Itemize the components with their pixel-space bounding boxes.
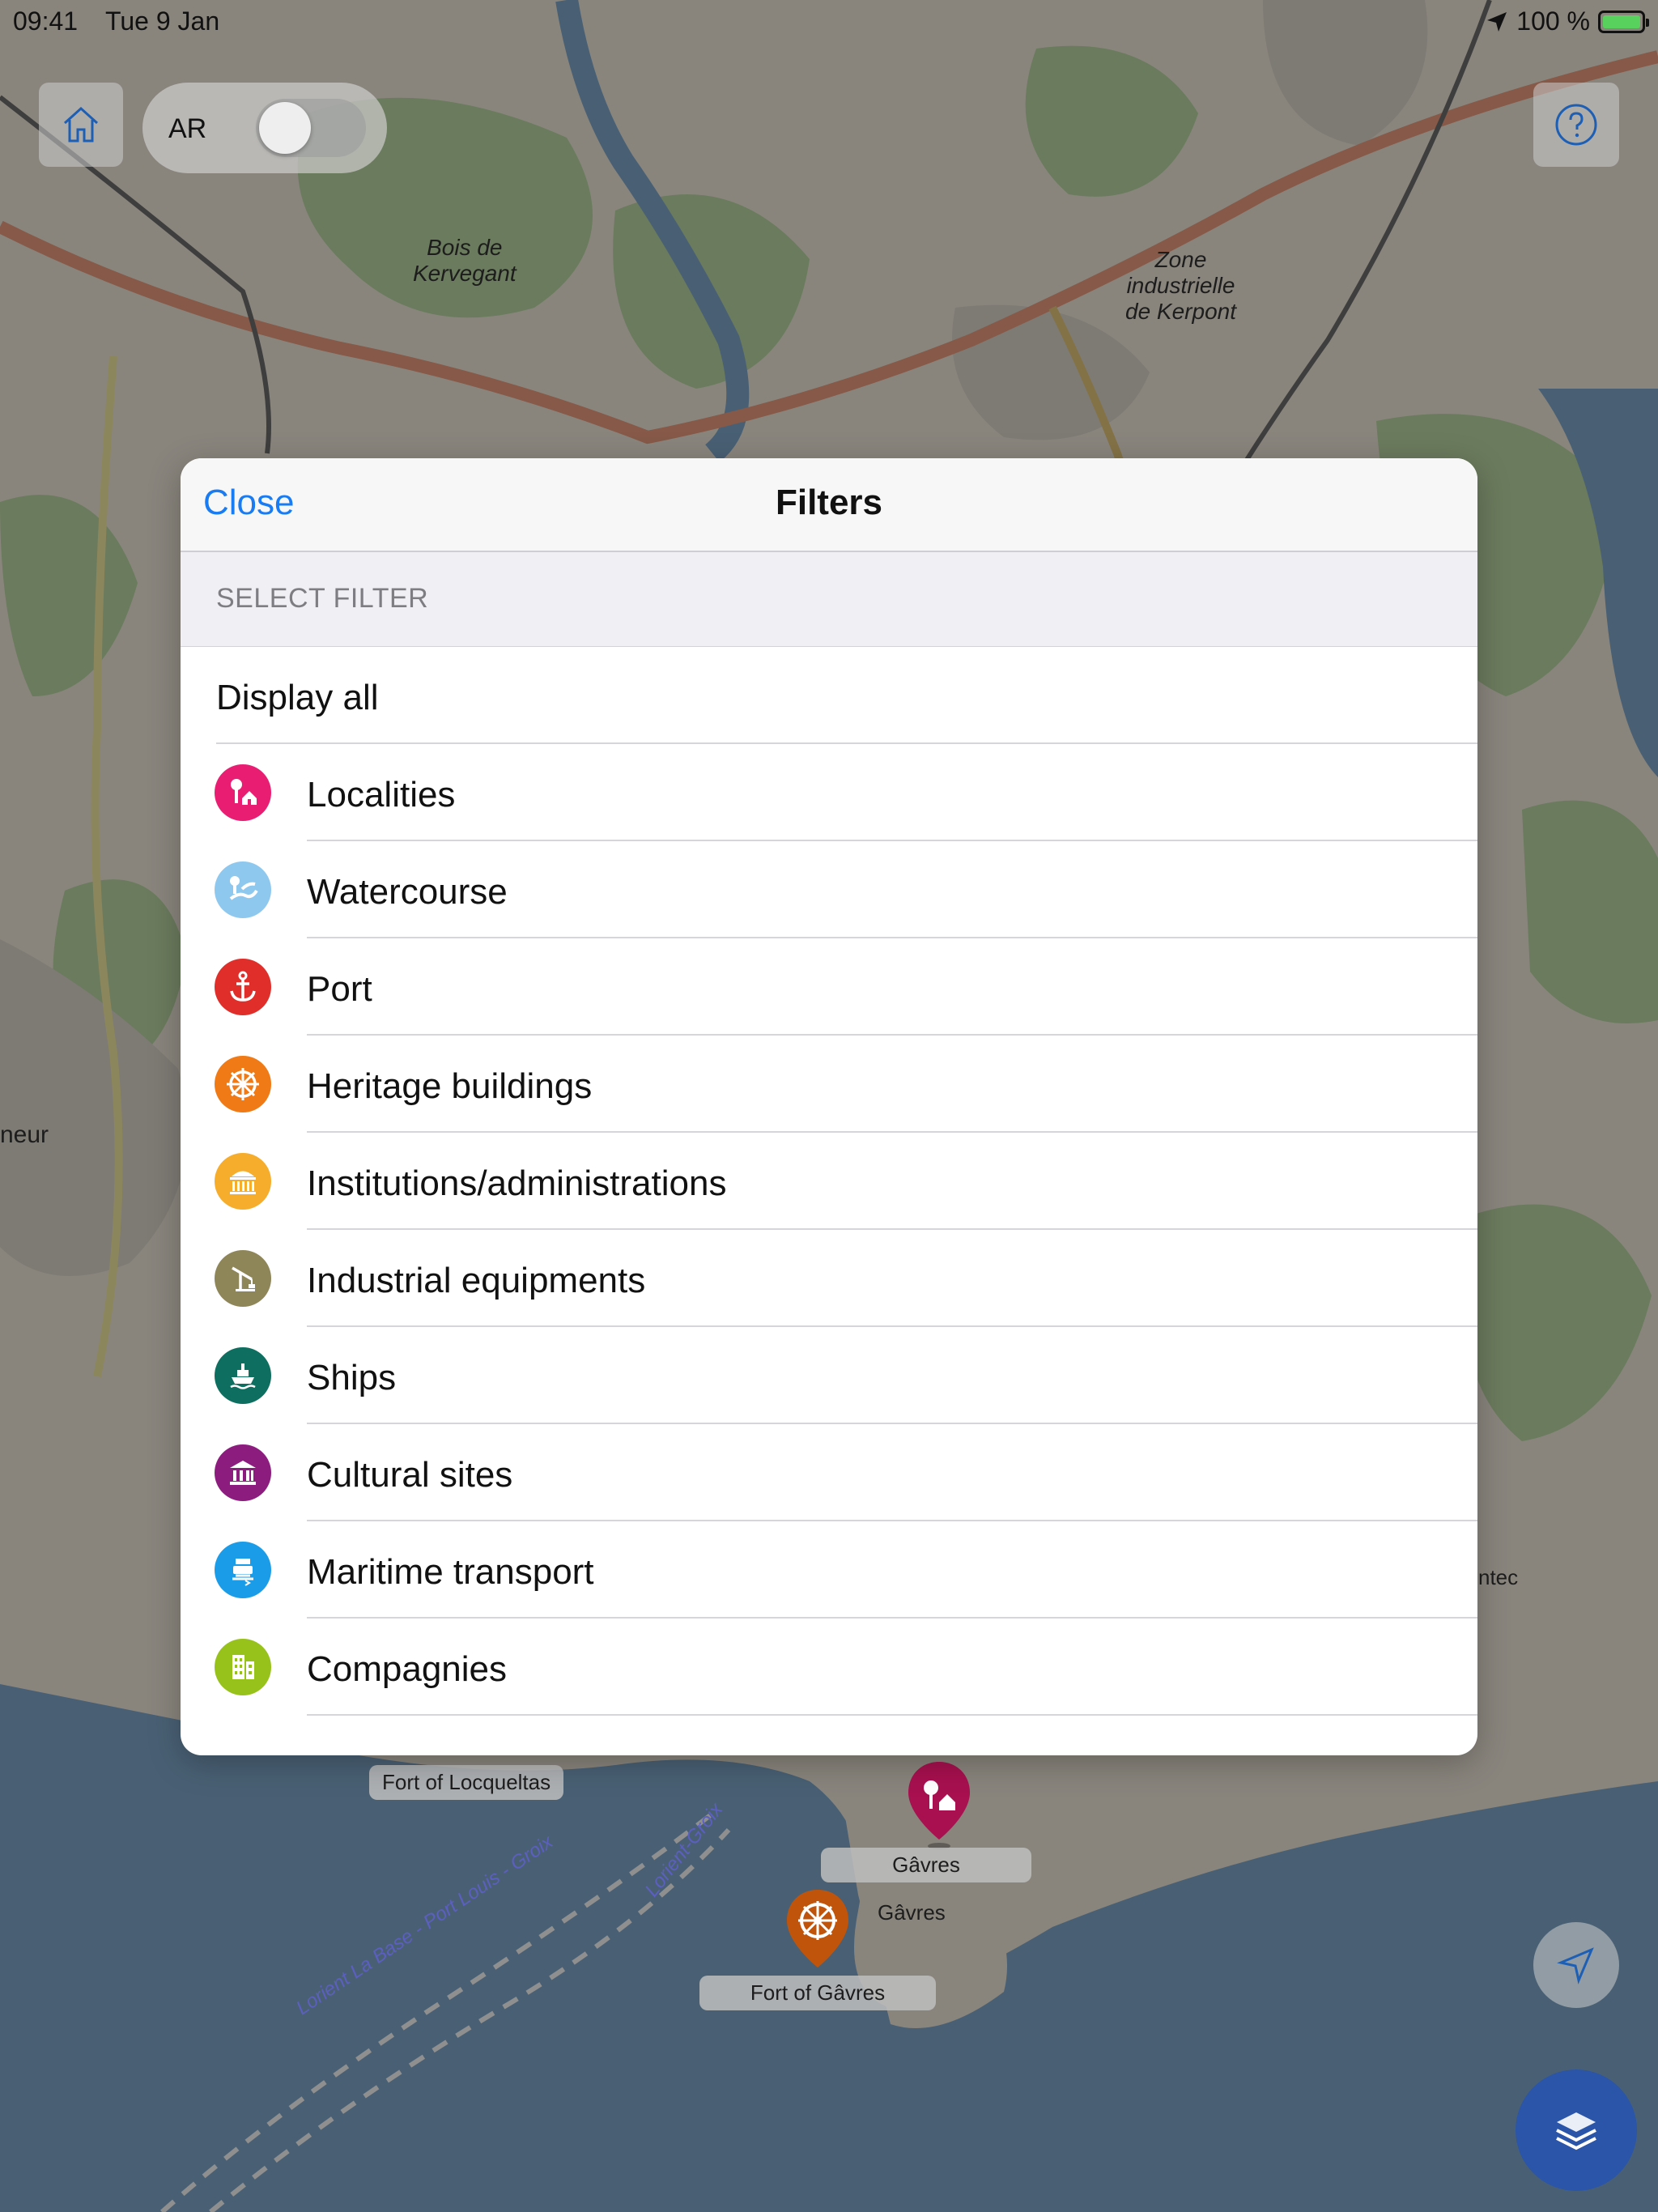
filter-label-heritage-buildings: Heritage buildings bbox=[307, 1066, 593, 1106]
localities-pin-icon bbox=[908, 1762, 970, 1849]
map-marker-label-locqueltas[interactable]: Fort of Locqueltas bbox=[369, 1765, 564, 1800]
heritage-pin-icon bbox=[787, 1890, 848, 1967]
anchor-icon bbox=[215, 959, 271, 1015]
filter-label-compagnies: Compagnies bbox=[307, 1649, 508, 1689]
status-time: 09:41 bbox=[13, 6, 79, 36]
row-separator bbox=[307, 1714, 1477, 1716]
map-pin-fort-gavres[interactable] bbox=[784, 1887, 852, 1977]
map-marker-label-gavres[interactable]: Gâvres bbox=[821, 1848, 1031, 1882]
filter-row-port[interactable]: Port bbox=[181, 938, 1477, 1036]
filter-row-institutions[interactable]: Institutions/administrations bbox=[181, 1133, 1477, 1230]
map-label-ntec: ntec bbox=[1478, 1565, 1519, 1589]
filter-row-heritage-buildings[interactable]: Heritage buildings bbox=[181, 1036, 1477, 1133]
section-header-label: SELECT FILTER bbox=[216, 583, 429, 614]
modal-title: Filters bbox=[775, 483, 883, 522]
toggle-knob bbox=[259, 102, 311, 154]
localities-icon bbox=[215, 764, 271, 821]
map-label-bois: Bois de Kervegant bbox=[413, 235, 517, 286]
home-icon bbox=[63, 106, 99, 143]
filter-label-port: Port bbox=[307, 969, 372, 1009]
crane-icon bbox=[215, 1250, 271, 1307]
ar-toggle-control: AR bbox=[142, 83, 387, 173]
navigation-arrow-icon bbox=[1557, 1947, 1594, 1984]
filter-row-display-all[interactable]: Display all bbox=[181, 647, 1477, 744]
ship-wheel-icon bbox=[215, 1056, 271, 1112]
filter-label-maritime-transport: Maritime transport bbox=[307, 1552, 594, 1592]
status-date: Tue 9 Jan bbox=[105, 6, 220, 36]
layers-icon bbox=[1556, 2112, 1596, 2150]
filter-row-localities[interactable]: Localities bbox=[181, 744, 1477, 841]
filter-label-industrial-equipments: Industrial equipments bbox=[307, 1261, 646, 1300]
filter-row-industrial-equipments[interactable]: Industrial equipments bbox=[181, 1230, 1477, 1327]
ar-label: AR bbox=[168, 113, 207, 144]
modal-header: Close Filters bbox=[181, 458, 1477, 552]
home-button[interactable] bbox=[39, 83, 123, 167]
ferry-icon bbox=[215, 1542, 271, 1598]
battery-percent: 100 % bbox=[1516, 6, 1590, 36]
map-label-gavres: Gâvres bbox=[878, 1900, 946, 1925]
building-icon bbox=[215, 1639, 271, 1695]
filter-row-compagnies[interactable]: Compagnies bbox=[181, 1619, 1477, 1716]
layers-button[interactable] bbox=[1516, 2069, 1637, 2191]
filter-label-cultural-sites: Cultural sites bbox=[307, 1455, 513, 1495]
filter-label-ships: Ships bbox=[307, 1358, 397, 1397]
map-pin-gavres[interactable] bbox=[905, 1759, 973, 1849]
map-label-neur: neur bbox=[0, 1121, 49, 1148]
filter-label-institutions: Institutions/administrations bbox=[307, 1163, 727, 1203]
ship-icon bbox=[215, 1347, 271, 1404]
filter-row-cultural-sites[interactable]: Cultural sites bbox=[181, 1424, 1477, 1521]
map-label-zone: Zone industrielle de Kerpont bbox=[1125, 247, 1236, 324]
help-button[interactable] bbox=[1533, 83, 1619, 167]
ar-toggle-switch[interactable] bbox=[256, 99, 366, 157]
watercourse-icon bbox=[215, 861, 271, 918]
filter-label-display-all: Display all bbox=[216, 678, 379, 717]
institution-icon bbox=[215, 1153, 271, 1210]
filters-modal: Close Filters SELECT FILTER Display all … bbox=[181, 458, 1477, 1755]
filter-row-ships[interactable]: Ships bbox=[181, 1327, 1477, 1424]
section-header: SELECT FILTER bbox=[181, 552, 1477, 647]
location-arrow-icon bbox=[1487, 11, 1507, 32]
question-circle-icon bbox=[1555, 104, 1597, 146]
filter-label-watercourse: Watercourse bbox=[307, 872, 508, 912]
status-bar: 09:41 Tue 9 Jan 100 % bbox=[0, 0, 1658, 42]
museum-icon bbox=[215, 1444, 271, 1501]
battery-charging-icon bbox=[1598, 10, 1649, 33]
filter-row-watercourse[interactable]: Watercourse bbox=[181, 841, 1477, 938]
filter-row-maritime-transport[interactable]: Maritime transport bbox=[181, 1521, 1477, 1619]
filter-label-localities: Localities bbox=[307, 775, 456, 815]
map-marker-label-fort-gavres[interactable]: Fort of Gâvres bbox=[699, 1976, 936, 2010]
locate-me-button[interactable] bbox=[1533, 1922, 1619, 2008]
